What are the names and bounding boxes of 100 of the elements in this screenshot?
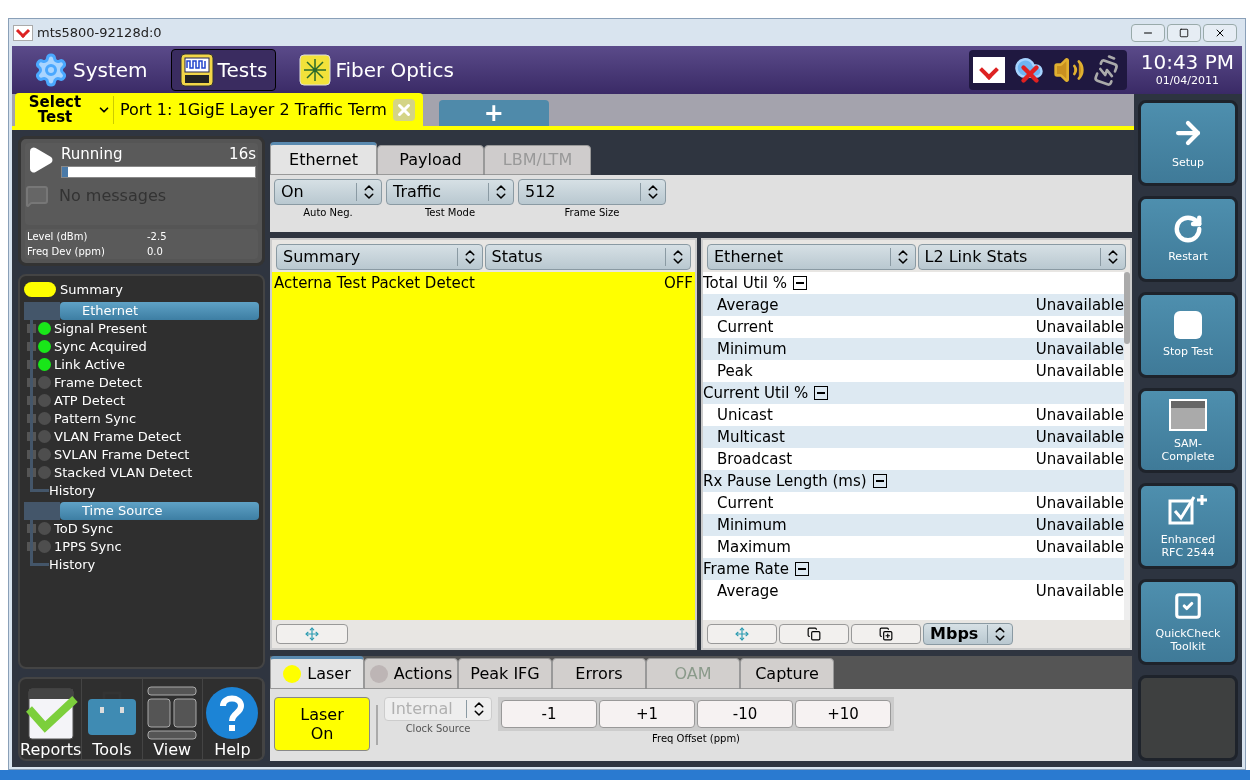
expand-all-icon — [879, 627, 893, 641]
stop-icon — [1174, 311, 1202, 340]
reading-value: -2.5 — [147, 230, 167, 244]
tree-node-square — [27, 468, 36, 477]
action-button[interactable]: QuickCheck Toolkit — [1138, 579, 1238, 666]
offset-button[interactable]: +1 — [599, 700, 695, 728]
collapse-icon[interactable] — [793, 276, 808, 290]
tree-group-header[interactable]: Ethernet — [60, 301, 259, 320]
tree-item[interactable]: History — [49, 554, 96, 575]
action-tab[interactable]: Errors — [552, 658, 646, 689]
result-value: OFF — [663, 273, 693, 294]
tree-branch-block — [24, 501, 60, 520]
header-menu-button[interactable]: Fiber Optics — [290, 49, 463, 91]
tree-item[interactable]: Frame Detect — [54, 372, 142, 393]
help-icon — [204, 685, 261, 741]
tree-item[interactable]: VLAN Frame Detect — [54, 426, 182, 447]
window-icon — [1169, 398, 1207, 431]
tree-branch-block — [24, 301, 60, 320]
tree-item[interactable]: Sync Acquired — [54, 336, 147, 357]
reading-label: Freq Dev (ppm) — [27, 245, 106, 259]
field-label: Auto Neg. — [303, 206, 353, 220]
reading-value: 0.0 — [147, 245, 163, 259]
unit-dropdown[interactable]: Mbps — [923, 623, 1013, 645]
header-menu-button[interactable]: System — [24, 49, 157, 91]
tree-item[interactable]: Pattern Sync — [54, 408, 137, 429]
setting-dropdown[interactable]: 512 — [518, 179, 666, 205]
minimize-button[interactable] — [1131, 23, 1165, 42]
tree-node-square — [27, 524, 36, 533]
field-label: Freq Offset (ppm) — [651, 732, 741, 746]
offset-button[interactable]: +10 — [795, 700, 891, 728]
tree-node-square — [27, 324, 36, 333]
starburst-icon — [299, 54, 332, 86]
action-button[interactable]: SAM-Complete — [1138, 387, 1238, 474]
stat-label: Peak — [717, 360, 753, 382]
stat-label: Current — [717, 316, 774, 338]
action-tab[interactable]: Actions — [364, 658, 458, 689]
field-label: Test Mode — [424, 206, 476, 220]
collapse-icon[interactable] — [814, 386, 829, 400]
stat-label: Maximum — [717, 536, 791, 558]
tree-item[interactable]: 1PPS Sync — [54, 536, 122, 557]
tree-item[interactable]: ATP Detect — [54, 390, 126, 411]
config-tab[interactable]: Ethernet — [270, 142, 377, 175]
view-dropdown[interactable]: L2 Link Stats — [917, 244, 1126, 270]
collapse-icon[interactable] — [872, 474, 887, 488]
action-tab[interactable]: Capture — [740, 658, 834, 689]
tool-button[interactable]: Help — [202, 679, 263, 759]
scrollbar[interactable] — [1124, 272, 1130, 620]
stat-label: Multicast — [717, 426, 785, 448]
view-dropdown[interactable]: Status — [484, 244, 691, 270]
collapse-all-button[interactable] — [779, 624, 849, 644]
stat-label: Current — [717, 492, 774, 514]
tool-button[interactable]: Reports — [20, 679, 83, 759]
action-button[interactable]: Setup — [1138, 100, 1238, 186]
collapse-all-icon — [807, 627, 821, 641]
maximize-button[interactable] — [1167, 23, 1201, 42]
tree-item[interactable]: Stacked VLAN Detect — [54, 462, 193, 483]
reading-label: Level (dBm) — [27, 230, 89, 244]
tree-group-header[interactable]: Time Source — [60, 501, 259, 520]
test-tab[interactable]: Select Test Port 1: 1GigE Layer 2 Traffic Term — [15, 93, 423, 126]
stat-value: Unavailable — [1035, 426, 1124, 448]
view-dropdown[interactable]: Ethernet — [707, 244, 916, 270]
stat-label: Unicast — [717, 404, 773, 426]
stat-value: Unavailable — [1035, 536, 1124, 558]
tree-item[interactable]: SVLAN Frame Detect — [54, 444, 190, 465]
tool-button[interactable]: Tools — [82, 679, 143, 759]
waveform-icon — [179, 53, 214, 87]
stat-value: Unavailable — [1035, 294, 1124, 316]
setting-dropdown[interactable]: On — [274, 179, 382, 205]
checkbox-plus-icon — [1168, 493, 1208, 528]
gear-icon — [33, 52, 69, 88]
view-dropdown[interactable]: Summary — [276, 244, 483, 270]
action-tab[interactable]: Peak IFG — [458, 658, 552, 689]
header-menu-button[interactable]: Tests — [170, 49, 277, 91]
offset-button[interactable]: -1 — [501, 700, 597, 728]
stat-label: Average — [717, 294, 779, 316]
tree-item[interactable]: History — [49, 480, 96, 501]
action-button[interactable]: Restart — [1138, 195, 1238, 282]
expand-all-button[interactable] — [851, 624, 921, 644]
collapse-icon[interactable] — [794, 562, 809, 576]
stat-value: Unavailable — [1035, 448, 1124, 470]
stat-label: Average — [717, 580, 779, 602]
stat-label: Minimum — [717, 338, 787, 360]
action-button[interactable]: Enhanced RFC 2544 — [1138, 483, 1238, 570]
offset-button[interactable]: -10 — [697, 700, 793, 728]
stat-value: Unavailable — [1035, 360, 1124, 382]
tree-item[interactable]: ToD Sync — [54, 518, 114, 539]
checkbox-icon — [1173, 591, 1203, 622]
add-tab-button[interactable]: + — [438, 100, 549, 126]
config-tab[interactable]: Payload — [377, 145, 484, 175]
laser-button[interactable]: Laser On — [274, 697, 370, 751]
action-tab[interactable]: Laser — [270, 656, 364, 689]
tree-node-square — [27, 360, 36, 369]
tool-button[interactable]: View — [142, 679, 203, 759]
tree-item[interactable]: Link Active — [54, 354, 125, 375]
stat-value: Unavailable — [1035, 404, 1124, 426]
tree-item[interactable]: Summary — [60, 280, 123, 300]
action-button[interactable]: Stop Test — [1138, 291, 1238, 378]
tree-item[interactable]: Signal Present — [54, 318, 147, 339]
setting-dropdown[interactable]: Traffic — [386, 179, 514, 205]
select-test-button[interactable]: Select Test — [15, 94, 95, 125]
